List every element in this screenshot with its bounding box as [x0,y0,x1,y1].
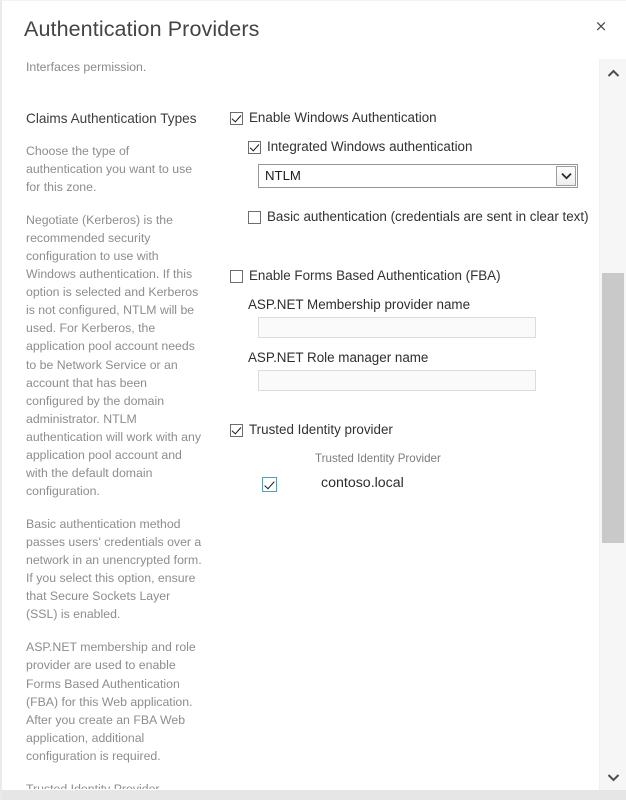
description-column: Interfaces permission. Claims Authentica… [26,59,204,789]
enable-windows-auth-label: Enable Windows Authentication [249,110,437,125]
vertical-scrollbar[interactable] [599,59,626,800]
tip-item-checkbox[interactable] [262,476,277,492]
membership-provider-label: ASP.NET Membership provider name [248,297,471,312]
enable-fba-label: Enable Forms Based Authentication (FBA) [249,268,501,284]
tip-list-column-header: Trusted Identity Provider [315,451,441,465]
scrollbar-thumb[interactable] [602,273,624,543]
tip-item-label: contoso.local [321,475,404,492]
close-icon[interactable]: × [586,11,616,41]
role-manager-label: ASP.NET Role manager name [248,350,429,365]
description-paragraph: Choose the type of authentication you wa… [26,143,193,194]
dialog-content: Interfaces permission. Claims Authentica… [2,59,588,789]
section-heading: Claims Authentication Types [26,110,197,126]
enable-fba-checkbox[interactable] [230,270,243,284]
basic-auth-label: Basic authentication (credentials are se… [267,208,588,224]
basic-auth-row[interactable]: Basic authentication (credentials are se… [248,209,588,226]
authentication-providers-dialog: Authentication Providers × Interfaces pe… [0,0,626,800]
enable-windows-auth-row[interactable]: Enable Windows Authentication [230,110,580,127]
enable-windows-auth-checkbox[interactable] [230,112,243,125]
enable-fba-row[interactable]: Enable Forms Based Authentication (FBA) [230,268,580,285]
scrollbar-track-lower[interactable] [602,543,624,773]
auth-mode-select[interactable]: NTLM [258,163,578,188]
dialog-bottom-bar [2,790,626,800]
chevron-up-icon[interactable] [600,61,626,85]
integrated-windows-auth-label: Integrated Windows authentication [267,138,473,154]
trusted-identity-provider-label: Trusted Identity provider [249,422,393,437]
chevron-down-icon[interactable] [600,765,626,789]
trusted-identity-provider-checkbox[interactable] [230,424,243,437]
description-paragraph: ASP.NET membership and role provider are… [26,640,196,763]
scrollbar-track-upper[interactable] [602,85,624,273]
basic-auth-checkbox[interactable] [248,210,261,224]
list-item[interactable]: contoso.local [262,475,580,492]
integrated-windows-auth-row[interactable]: Integrated Windows authentication [248,139,580,156]
intro-text: Interfaces permission. [26,60,147,74]
membership-provider-input[interactable] [258,317,536,338]
description-paragraph: Basic authentication method passes users… [26,517,202,622]
page-title: Authentication Providers [24,17,260,41]
chevron-down-icon[interactable] [556,165,576,186]
description-paragraph: Trusted Identity Provider Authentication… [26,781,160,789]
trusted-identity-provider-row[interactable]: Trusted Identity provider [230,422,580,439]
auth-mode-selected-value: NTLM [265,167,301,183]
form-column: Enable Windows Authentication Integrated… [230,59,588,492]
dialog-header: Authentication Providers × [2,1,626,59]
description-paragraph: Negotiate (Kerberos) is the recommended … [26,213,201,498]
role-manager-input[interactable] [258,370,536,391]
integrated-windows-auth-checkbox[interactable] [248,140,261,154]
